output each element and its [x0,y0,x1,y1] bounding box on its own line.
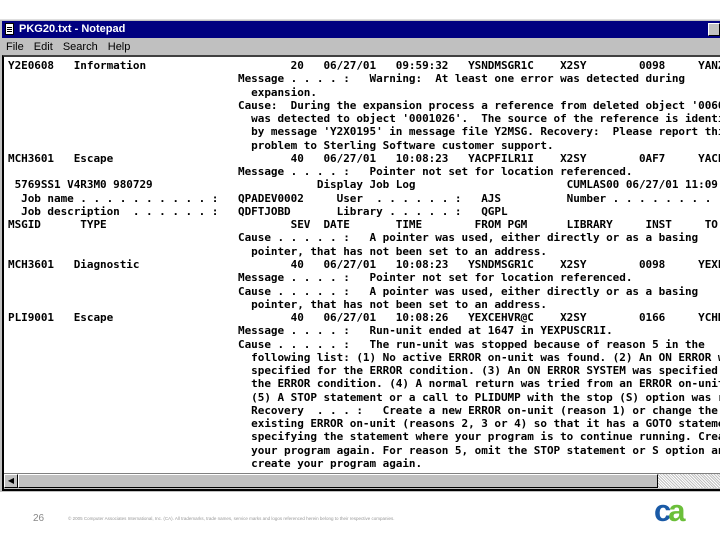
minimize-button[interactable] [708,23,720,36]
text-line: Job name . . . . . . . . . . : QPADEV000… [8,191,720,205]
text-line: MCH3601 Escape 40 06/27/01 10:08:23 YACP… [8,151,720,165]
text-line: Cause . . . . . : The run-unit was stopp… [8,337,705,351]
text-line: Message . . . . : Pointer not set for lo… [8,271,633,285]
notepad-window: PKG20.txt - Notepad File Edit Search Hel… [0,19,720,492]
copyright-text: © 2005 Computer Associates International… [68,516,395,521]
text-line: Recovery . . . : Create a new ERROR on-u… [8,403,718,417]
scrollbar-thumb[interactable] [18,474,658,488]
text-content: Y2E0608 Information 20 06/27/01 09:59:32… [8,59,720,470]
text-line: Message . . . . : Warning: At least one … [8,72,685,86]
text-line: Y2E0608 Information 20 06/27/01 09:59:32… [8,59,720,72]
text-line: was detected to object '0001026'. The so… [8,112,720,126]
scroll-left-arrow-icon[interactable]: ◀ [4,474,18,488]
horizontal-scrollbar[interactable]: ◀ [4,473,720,489]
text-line: following list: (1) No active ERROR on-u… [8,350,720,364]
text-line: problem to Sterling Software customer su… [8,138,554,152]
text-line: MCH3601 Diagnostic 40 06/27/01 10:08:23 … [8,257,720,271]
text-line: Cause: During the expansion process a re… [8,98,720,112]
menu-help[interactable]: Help [108,41,131,53]
notepad-icon [5,23,14,35]
text-line: MSGID TYPE SEV DATE TIME FROM PGM LIBRAR… [8,218,718,232]
text-line: Cause . . . . . : A pointer was used, ei… [8,284,699,298]
scrollbar-track[interactable] [658,474,720,488]
text-line: your program again. For reason 5, omit t… [8,443,720,457]
text-line: pointer, that has not been set to an add… [8,244,547,258]
window-title: PKG20.txt - Notepad [19,23,126,35]
text-editor[interactable]: Y2E0608 Information 20 06/27/01 09:59:32… [2,55,720,491]
title-bar[interactable]: PKG20.txt - Notepad [2,21,720,38]
page-number: 26 [33,513,45,524]
text-line: specifying the statement where your prog… [8,430,720,444]
text-line: (5) A STOP statement or a call to PLIDUM… [8,390,720,404]
text-line: by message 'Y2X0195' in message file Y2M… [8,125,720,139]
menu-file[interactable]: File [6,41,24,53]
text-line: specified for the ERROR condition. (3) A… [8,364,720,378]
text-line: Cause . . . . . : A pointer was used, ei… [8,231,699,245]
text-line: 5769SS1 V4R3M0 980729 Display Job Log CU… [8,178,720,192]
text-line: PLI9001 Escape 40 06/27/01 10:08:26 YEXC… [8,311,720,325]
text-line: create your program again. [8,456,423,470]
text-line: Message . . . . : Run-unit ended at 1647… [8,324,613,338]
text-line: Message . . . . : Pointer not set for lo… [8,165,633,179]
menu-bar: File Edit Search Help [2,39,133,55]
text-line: the ERROR condition. (4) A normal return… [8,377,720,391]
menu-edit[interactable]: Edit [34,41,53,53]
text-line: existing ERROR on-unit (reasons 2, 3 or … [8,417,720,431]
text-line: pointer, that has not been set to an add… [8,297,547,311]
text-line: Job description . . . . . . : QDFTJOBD L… [8,204,508,218]
text-line: expansion. [8,85,317,99]
ca-logo: ca [654,493,686,528]
menu-search[interactable]: Search [63,41,98,53]
